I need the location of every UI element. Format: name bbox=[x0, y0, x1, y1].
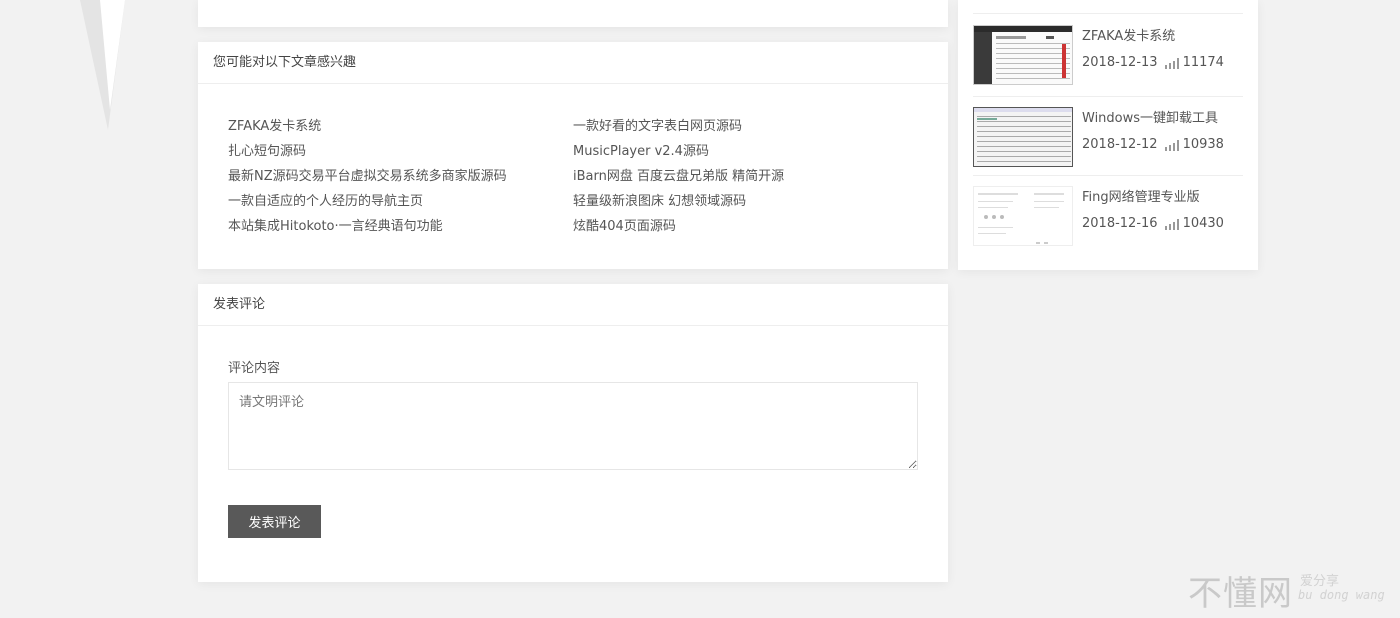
related-articles-title: 您可能对以下文章感兴趣 bbox=[198, 42, 948, 84]
sidebar-article-title[interactable]: Fing网络管理专业版 bbox=[1082, 186, 1200, 205]
article-date: 2018-12-12 bbox=[1082, 137, 1158, 152]
article-date: 2018-12-16 bbox=[1082, 216, 1158, 231]
article-card-bottom-edge bbox=[198, 0, 948, 27]
related-link[interactable]: 一款自适应的个人经历的导航主页 bbox=[228, 193, 573, 218]
related-link[interactable]: 炫酷404页面源码 bbox=[573, 218, 918, 243]
article-date: 2018-12-13 bbox=[1082, 55, 1158, 70]
related-link[interactable]: 本站集成Hitokoto·一言经典语句功能 bbox=[228, 218, 573, 243]
sidebar-article-meta: 2018-12-16 10430 bbox=[1082, 216, 1224, 231]
article-views: 10938 bbox=[1182, 137, 1224, 152]
related-column-left: ZFAKA发卡系统 扎心短句源码 最新NZ源码交易平台虚拟交易系统多商家版源码 … bbox=[228, 118, 573, 243]
related-link[interactable]: iBarn网盘 百度云盘兄弟版 精简开源 bbox=[573, 168, 918, 193]
comment-textarea[interactable] bbox=[228, 382, 918, 470]
related-link[interactable]: 扎心短句源码 bbox=[228, 143, 573, 168]
comment-panel-title: 发表评论 bbox=[198, 284, 948, 326]
watermark-slogan: 爱分享 bbox=[1300, 574, 1340, 589]
article-views: 11174 bbox=[1182, 55, 1224, 70]
sidebar-article-title[interactable]: ZFAKA发卡系统 bbox=[1082, 25, 1175, 44]
comment-panel: 发表评论 评论内容 发表评论 bbox=[198, 284, 948, 582]
related-link[interactable]: 轻量级新浪图床 幻想领域源码 bbox=[573, 193, 918, 218]
article-thumbnail[interactable] bbox=[973, 25, 1073, 85]
views-chart-icon bbox=[1164, 57, 1179, 69]
divider bbox=[973, 175, 1243, 176]
article-thumbnail[interactable] bbox=[973, 186, 1073, 246]
sidebar-article-item[interactable]: ZFAKA发卡系统 2018-12-13 11174 bbox=[973, 25, 1243, 105]
related-link[interactable]: ZFAKA发卡系统 bbox=[228, 118, 573, 143]
sidebar-article-meta: 2018-12-13 11174 bbox=[1082, 55, 1224, 70]
divider bbox=[973, 13, 1243, 14]
related-link[interactable]: 最新NZ源码交易平台虚拟交易系统多商家版源码 bbox=[228, 168, 573, 193]
submit-comment-button[interactable]: 发表评论 bbox=[228, 505, 321, 538]
watermark-logo: 不懂网 bbox=[1188, 574, 1293, 614]
related-link[interactable]: MusicPlayer v2.4源码 bbox=[573, 143, 918, 168]
watermark-pinyin: bu dong wang bbox=[1298, 588, 1385, 602]
views-chart-icon bbox=[1164, 139, 1179, 151]
sidebar-popular-panel: ZFAKA发卡系统 2018-12-13 11174 Windows一键卸载工具… bbox=[958, 0, 1258, 270]
related-articles-panel: 您可能对以下文章感兴趣 ZFAKA发卡系统 扎心短句源码 最新NZ源码交易平台虚… bbox=[198, 42, 948, 269]
sidebar-article-item[interactable]: Fing网络管理专业版 2018-12-16 10430 bbox=[973, 186, 1243, 266]
article-thumbnail[interactable] bbox=[973, 107, 1073, 167]
site-watermark: 不懂网 爱分享 bu dong wang bbox=[1188, 566, 1388, 614]
related-column-right: 一款好看的文字表白网页源码 MusicPlayer v2.4源码 iBarn网盘… bbox=[573, 118, 918, 243]
article-views: 10430 bbox=[1182, 216, 1224, 231]
background-decoration bbox=[80, 0, 125, 130]
related-link[interactable]: 一款好看的文字表白网页源码 bbox=[573, 118, 918, 143]
comment-label: 评论内容 bbox=[228, 361, 281, 376]
sidebar-article-title[interactable]: Windows一键卸载工具 bbox=[1082, 107, 1218, 126]
sidebar-article-meta: 2018-12-12 10938 bbox=[1082, 137, 1224, 152]
divider bbox=[973, 96, 1243, 97]
views-chart-icon bbox=[1164, 218, 1179, 230]
